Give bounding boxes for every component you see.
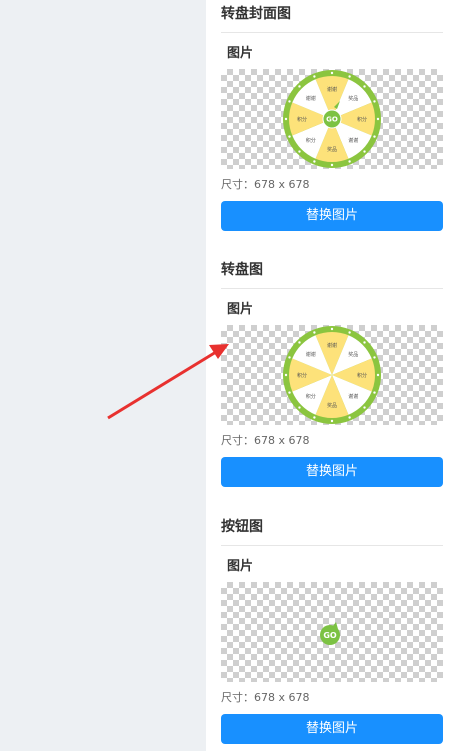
image-size-text: 尺寸：678 x 678 <box>221 178 310 191</box>
rim-light-dot <box>288 135 291 138</box>
wheel-cover-image: 谢谢奖品积分谢谢奖品积分积分谢谢GO <box>283 70 381 168</box>
field-label-image: 图片 <box>227 46 254 61</box>
wheel-segment-label: 谢谢 <box>327 342 337 349</box>
rim-light-dot <box>313 331 316 334</box>
rim-light-dot <box>376 373 380 377</box>
wheel-segment-label: 积分 <box>357 116 367 123</box>
rim-light-dot <box>313 75 316 78</box>
rim-light-dot <box>363 341 366 344</box>
wheel-image: 谢谢奖品积分谢谢奖品积分积分谢谢 <box>283 326 381 424</box>
wheel-segment-label: 谢谢 <box>348 137 358 144</box>
rim-light-dot <box>298 85 301 88</box>
wheel-segment-label: 积分 <box>306 137 316 144</box>
wheel-segment-label: 谢谢 <box>306 351 316 358</box>
wheel-segment-label: 谢谢 <box>306 95 316 102</box>
rim-light-dot <box>330 419 334 423</box>
wheel-segment-label: 奖品 <box>348 351 358 358</box>
section-wheel-image: 转盘图 图片 谢谢 奖品 积分 谢谢 奖品 积分 积分 谢谢 尺寸：678 x 678 替换图… <box>221 258 443 487</box>
image-preview[interactable]: 谢谢 奖品 积分 谢谢 奖品 积分 积分 谢谢 GO <box>221 69 443 169</box>
rim-light-dot <box>288 391 291 394</box>
rim-light-dot <box>363 150 366 153</box>
properties-panel: 转盘封面图 图片 谢谢 奖品 积分 谢谢 奖品 积分 积分 谢谢 GO 尺寸：678 x 678… <box>206 0 458 751</box>
image-preview[interactable]: GO <box>221 582 443 682</box>
go-label: GO <box>323 631 337 640</box>
rim-light-dot <box>298 341 301 344</box>
rim-light-dot <box>288 356 291 359</box>
rim-light-dot <box>298 150 301 153</box>
rim-light-dot <box>298 406 301 409</box>
rim-light-dot <box>373 391 376 394</box>
rim-light-dot <box>330 163 334 167</box>
rim-light-dot <box>288 100 291 103</box>
rim-light-dot <box>363 85 366 88</box>
rim-light-dot <box>348 160 351 163</box>
wheel-segment-label: 谢谢 <box>348 393 358 400</box>
rim-light-dot <box>373 135 376 138</box>
wheel-segment-label: 积分 <box>357 372 367 379</box>
image-size-text: 尺寸：678 x 678 <box>221 691 310 704</box>
section-button-image: 按钮图 图片 GO 尺寸：678 x 678 替换图片 <box>221 515 443 744</box>
wheel-segment-label: 积分 <box>306 393 316 400</box>
go-button-image: GO <box>320 622 340 645</box>
wheel-segment-label: 积分 <box>297 372 307 379</box>
field-label-image: 图片 <box>227 559 254 574</box>
rim-light-dot <box>348 75 351 78</box>
rim-light-dot <box>363 406 366 409</box>
rim-light-dot <box>348 416 351 419</box>
section-cover-image: 转盘封面图 图片 谢谢 奖品 积分 谢谢 奖品 积分 积分 谢谢 GO 尺寸：678 x 678… <box>221 2 443 231</box>
rim-light-dot <box>313 160 316 163</box>
image-size-text: 尺寸：678 x 678 <box>221 434 310 447</box>
wheel-segment-label: 谢谢 <box>327 86 337 93</box>
rim-light-dot <box>284 373 288 377</box>
rim-light-dot <box>284 117 288 121</box>
section-title: 转盘图 <box>221 258 443 289</box>
go-label: GO <box>326 116 338 124</box>
rim-light-dot <box>373 100 376 103</box>
replace-image-button[interactable]: 替换图片 <box>221 714 443 744</box>
wheel-segment-label: 奖品 <box>327 402 337 409</box>
field-label-image: 图片 <box>227 302 254 317</box>
left-canvas-area <box>0 0 206 751</box>
rim-light-dot <box>348 331 351 334</box>
rim-light-dot <box>313 416 316 419</box>
wheel-segment-label: 奖品 <box>327 146 337 153</box>
rim-light-dot <box>373 356 376 359</box>
rim-light-dot <box>376 117 380 121</box>
rim-light-dot <box>330 327 334 331</box>
image-preview[interactable]: 谢谢 奖品 积分 谢谢 奖品 积分 积分 谢谢 <box>221 325 443 425</box>
section-title: 转盘封面图 <box>221 2 443 33</box>
rim-light-dot <box>330 71 334 75</box>
wheel-segment-label: 积分 <box>297 116 307 123</box>
replace-image-button[interactable]: 替换图片 <box>221 457 443 487</box>
replace-image-button[interactable]: 替换图片 <box>221 201 443 231</box>
section-title: 按钮图 <box>221 515 443 546</box>
wheel-segment-label: 奖品 <box>348 95 358 102</box>
